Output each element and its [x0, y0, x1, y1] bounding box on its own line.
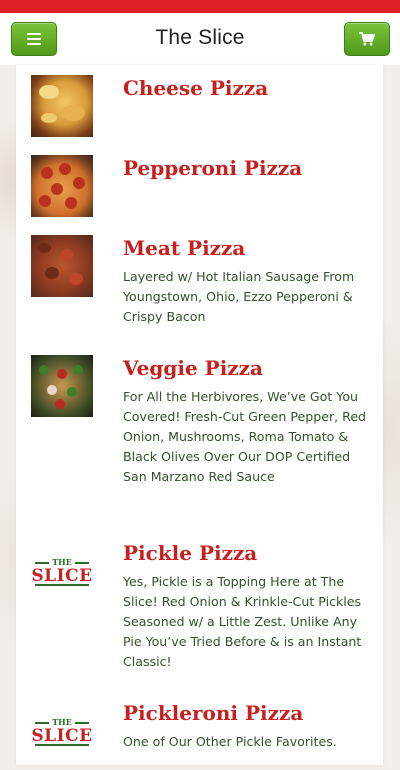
- app-header: The Slice: [0, 13, 400, 65]
- the-slice-logo: THE SLICE: [31, 717, 93, 746]
- cart-icon: [359, 32, 375, 46]
- item-title: Pickleroni Pizza: [123, 701, 304, 725]
- item-title: Veggie Pizza: [123, 356, 263, 380]
- item-title: Pepperoni Pizza: [123, 156, 303, 180]
- item-title: Meat Pizza: [123, 236, 246, 260]
- item-title: Cheese Pizza: [123, 76, 269, 100]
- item-title: Pickle Pizza: [123, 541, 258, 565]
- menu-list: Cheese Pizza Pepperoni Pizza Meat Pizza: [16, 65, 383, 765]
- item-description: Layered w/ Hot Italian Sausage From Youn…: [123, 269, 355, 324]
- menu-item-veggie-pizza[interactable]: Veggie Pizza For All the Herbivores, We’…: [16, 345, 383, 525]
- page-title: The Slice: [155, 26, 245, 49]
- cheese-pizza-photo: [31, 75, 93, 137]
- menu-item-pickle-pizza[interactable]: THE SLICE Pickle Pizza Yes, Pickle is a …: [16, 530, 383, 690]
- cart-button[interactable]: [344, 22, 390, 56]
- item-description: For All the Herbivores, We’ve Got You Co…: [123, 389, 367, 484]
- top-accent-bar: [0, 0, 400, 13]
- item-description: One of Our Other Pickle Favorites.: [123, 734, 337, 749]
- pepperoni-pizza-photo: [31, 155, 93, 217]
- the-slice-logo: THE SLICE: [31, 557, 93, 586]
- meat-pizza-photo: [31, 235, 93, 297]
- veggie-pizza-photo: [31, 355, 93, 417]
- menu-item-pickleroni-pizza[interactable]: THE SLICE Pickleroni Pizza One of Our Ot…: [16, 690, 383, 770]
- item-description: Yes, Pickle is a Topping Here at The Sli…: [123, 574, 362, 669]
- menu-item-cheese-pizza[interactable]: Cheese Pizza: [16, 65, 383, 145]
- menu-item-pepperoni-pizza[interactable]: Pepperoni Pizza: [16, 145, 383, 225]
- menu-item-meat-pizza[interactable]: Meat Pizza Layered w/ Hot Italian Sausag…: [16, 225, 383, 345]
